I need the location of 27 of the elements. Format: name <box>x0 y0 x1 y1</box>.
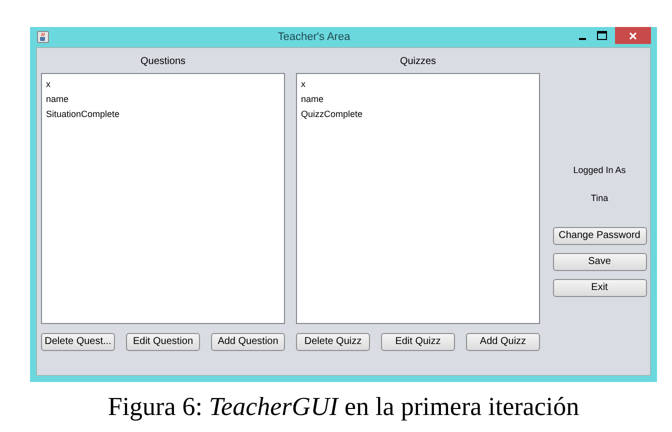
close-button[interactable] <box>615 27 651 44</box>
action-button[interactable]: Add Question <box>211 333 285 351</box>
list-item[interactable]: name <box>46 92 284 107</box>
action-button[interactable]: Delete Quest... <box>41 333 115 351</box>
logged-in-label: Logged In As <box>573 164 626 177</box>
action-button[interactable]: Add Quizz <box>466 333 540 351</box>
sidebar-button[interactable]: Change Password <box>552 227 646 245</box>
action-button[interactable]: Edit Question <box>126 333 200 351</box>
list-heading: Questions <box>139 55 187 69</box>
sidebar-button[interactable]: Save <box>552 253 646 271</box>
list-item[interactable]: x <box>46 77 284 92</box>
maximize-icon[interactable] <box>597 31 607 40</box>
list-item[interactable]: x <box>301 77 539 92</box>
close-icon <box>629 32 637 40</box>
list-box[interactable]: x name QuizzComplete <box>296 73 540 324</box>
figure-caption: Figura 6: TeacherGUI en la primera iteración <box>108 394 580 420</box>
sidebar-button[interactable]: Exit <box>552 279 646 297</box>
list-heading: Quizzes <box>398 55 438 69</box>
user-name: Tina <box>590 192 608 204</box>
list-item[interactable]: SituationComplete <box>46 107 284 122</box>
list-item[interactable]: name <box>301 92 539 107</box>
java-cup-icon <box>37 31 49 43</box>
list-item[interactable]: QuizzComplete <box>301 107 539 122</box>
action-button[interactable]: Edit Quizz <box>381 333 455 351</box>
list-box[interactable]: x name SituationComplete <box>41 73 285 324</box>
window-title: Teacher's Area <box>276 30 352 45</box>
action-button[interactable]: Delete Quizz <box>296 333 370 351</box>
